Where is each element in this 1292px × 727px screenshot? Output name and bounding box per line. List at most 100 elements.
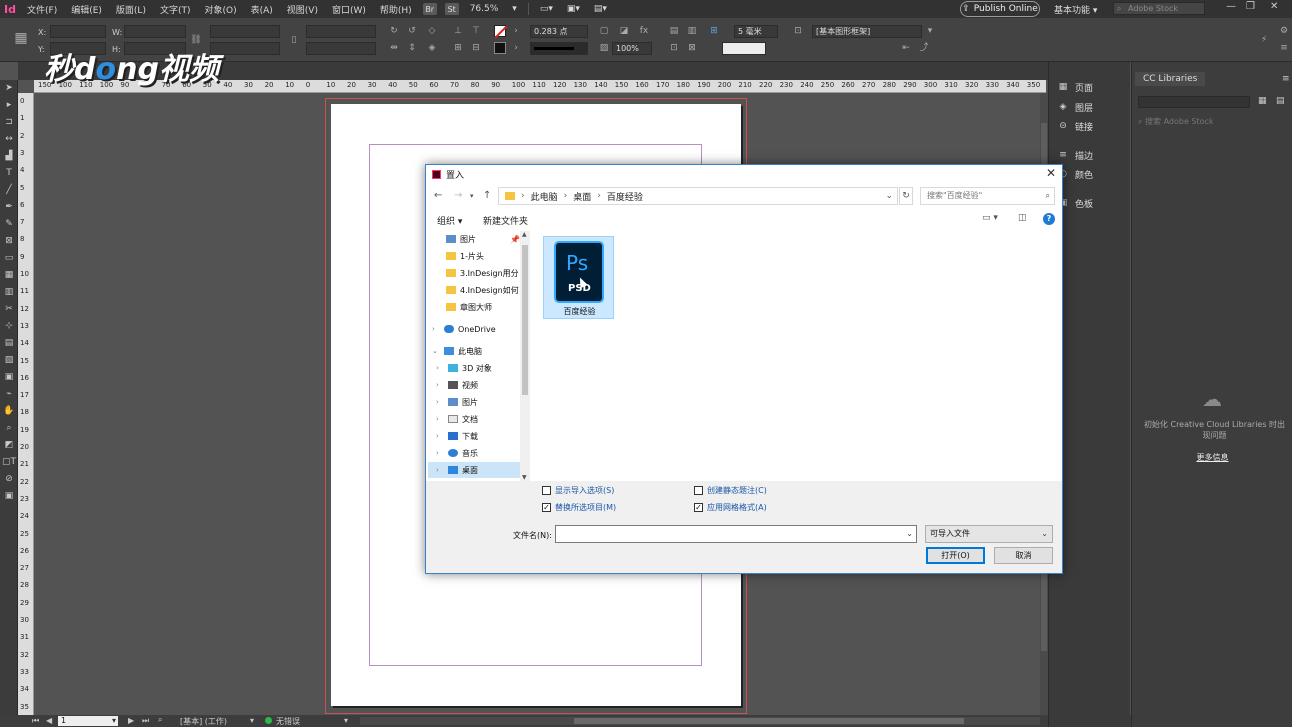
bridge-button[interactable]: Br (422, 3, 437, 15)
menu-table[interactable]: 表(A) (244, 3, 280, 16)
new-folder-button[interactable]: 新建文件夹 (483, 214, 528, 227)
grid-view-icon[interactable]: ▦ (1258, 96, 1267, 106)
help-icon[interactable]: ? (1043, 213, 1055, 225)
close-icon[interactable]: ✕ (1270, 1, 1278, 12)
tree-item-folder[interactable]: 4.InDesign如何 (446, 282, 520, 298)
tree-item-documents[interactable]: › 文档 (436, 411, 520, 427)
show-import-options-checkbox[interactable]: 显示导入选项(S) (542, 485, 614, 496)
panel-pages[interactable]: ▦ 页面 (1057, 79, 1093, 95)
horizontal-scrollbar[interactable] (360, 717, 1040, 725)
tree-item-this-pc[interactable]: ⌄ 此电脑 (432, 343, 520, 359)
scroll-down-icon[interactable]: ▼ (522, 474, 527, 481)
corner-size-field[interactable]: 5 毫米 (734, 25, 778, 38)
profile-dropdown-icon[interactable]: ▾ (250, 716, 254, 725)
organize-button[interactable]: 组织 ▾ (437, 214, 462, 227)
filename-input[interactable]: ⌄ (555, 525, 917, 543)
preview-pane-icon[interactable]: ◫ (1018, 213, 1027, 223)
grid-tool-icon[interactable]: ▥ (0, 284, 18, 301)
table-tool-icon[interactable]: ▦ (0, 267, 18, 284)
back-arrow-icon[interactable]: ← (434, 190, 442, 201)
workspace-switcher[interactable]: 基本功能 ▾ (1054, 3, 1097, 16)
zoom-level[interactable]: 76.5% (463, 4, 506, 14)
menu-object[interactable]: 对象(O) (198, 3, 244, 16)
panel-links[interactable]: ⊝ 链接 (1057, 118, 1093, 134)
scissors-tool-icon[interactable]: ✂ (0, 301, 18, 318)
arrange-docs-icon[interactable]: ▤▾ (587, 4, 614, 14)
first-page-icon[interactable]: ⏮ (32, 716, 39, 726)
pencil-tool-icon[interactable]: ✎ (0, 216, 18, 233)
chevron-right-icon[interactable]: › (436, 398, 444, 406)
link-icon[interactable]: ⤴ (918, 42, 930, 54)
direct-selection-tool-icon[interactable]: ▸ (0, 97, 18, 114)
panel-stroke[interactable]: ≡ 描边 (1057, 147, 1093, 163)
panel-menu-icon[interactable]: ≡ (1278, 42, 1290, 54)
menu-type[interactable]: 文字(T) (153, 3, 198, 16)
w-field[interactable] (124, 25, 186, 38)
restore-icon[interactable]: ❐ (1246, 1, 1255, 12)
distribute-icon[interactable]: ⊞ (452, 42, 464, 54)
stock-search-input[interactable]: ⌕ Adobe Stock (1113, 2, 1205, 15)
checkbox-box[interactable] (542, 486, 551, 495)
preflight-profile[interactable]: [基本] (工作) (180, 716, 227, 727)
open-button[interactable]: 打开(O) (926, 547, 985, 564)
free-transform-tool-icon[interactable]: ⊹ (0, 318, 18, 335)
menu-view[interactable]: 视图(V) (280, 3, 325, 16)
constrain-scale-icon[interactable]: ▯ (288, 34, 300, 46)
stock-button[interactable]: St (444, 3, 459, 15)
pen-tool-icon[interactable]: ✒ (0, 199, 18, 216)
gradient-feather-tool-icon[interactable]: ▧ (0, 352, 18, 369)
next-object-icon[interactable]: ⊤ (470, 25, 482, 37)
fit-frame-icon[interactable]: ⊡ (668, 42, 680, 54)
tree-item-music[interactable]: › 音乐 (436, 445, 520, 461)
eyedropper-tool-icon[interactable]: ⌁ (0, 386, 18, 403)
cancel-button[interactable]: 取消 (994, 547, 1053, 564)
library-select[interactable] (1138, 96, 1250, 108)
chevron-right-icon[interactable]: › (436, 415, 444, 423)
shear-field[interactable] (306, 42, 376, 55)
stroke-dropdown-icon[interactable]: › (510, 42, 522, 54)
address-dropdown-icon[interactable]: ⌄ (885, 191, 893, 201)
more-info-link[interactable]: 更多信息 (1132, 452, 1292, 463)
reference-point-icon[interactable]: ▦ (12, 31, 30, 50)
corner-shape-field[interactable] (722, 42, 766, 55)
text-wrap-icon[interactable]: ▢ (598, 25, 610, 37)
text-wrap-bbox-icon[interactable]: ▥ (686, 25, 698, 37)
line-tool-icon[interactable]: ╱ (0, 182, 18, 199)
tree-item-folder[interactable]: 3.InDesign用分 (446, 265, 520, 281)
stroke-black-swatch[interactable] (494, 42, 506, 54)
chevron-right-icon[interactable]: › (432, 325, 440, 333)
file-type-select[interactable]: 可导入文件 ⌄ (925, 525, 1053, 543)
up-arrow-icon[interactable]: ↑ (483, 190, 491, 201)
tree-scrollbar[interactable]: ▲ ▼ (520, 231, 530, 481)
x-field[interactable] (50, 25, 106, 38)
prev-page-icon[interactable]: ◀ (46, 716, 52, 725)
rotation-field[interactable] (306, 25, 376, 38)
publish-online-button[interactable]: ⇪ Publish Online (960, 1, 1040, 17)
stroke-type-field[interactable] (530, 42, 588, 55)
tree-item-downloads[interactable]: › 下载 (436, 428, 520, 444)
screen-mode-icon[interactable]: ▭▾ (533, 4, 560, 14)
recent-dropdown-icon[interactable]: ▾ (470, 192, 474, 200)
forward-arrow-icon[interactable]: → (454, 190, 462, 201)
zoom-tool-icon[interactable]: ⌕ (0, 420, 18, 437)
menu-edit[interactable]: 编辑(E) (64, 3, 109, 16)
chevron-right-icon[interactable]: › (436, 466, 444, 474)
breadcrumb-this-pc[interactable]: 此电脑 (531, 190, 558, 203)
tree-item-pictures[interactable]: › 图片 (436, 394, 520, 410)
stroke-weight-field[interactable]: 0.283 点 (530, 25, 588, 38)
page-dropdown-icon[interactable]: ▾ (112, 716, 116, 725)
select-container-icon[interactable]: ◇ (426, 25, 438, 37)
shadow-icon[interactable]: ◪ (618, 25, 630, 37)
selection-tool-icon[interactable]: ➤ (0, 80, 18, 97)
fill-dropdown-icon[interactable]: › (510, 25, 522, 37)
menu-window[interactable]: 窗口(W) (325, 3, 373, 16)
prev-object-icon[interactable]: ⊥ (452, 25, 464, 37)
type-tool-icon[interactable]: T (0, 165, 18, 182)
create-static-caption-checkbox[interactable]: 创建静态题注(C) (694, 485, 767, 496)
chevron-down-icon[interactable]: ⌄ (906, 529, 913, 538)
note-tool-icon[interactable]: ▣ (0, 369, 18, 386)
fill-stroke-swatch-icon[interactable]: ◩ (0, 437, 18, 454)
folder-search-input[interactable]: 搜索"百度经验" ⌕ (920, 187, 1055, 205)
next-page-icon[interactable]: ▶ (128, 716, 134, 725)
tree-item-folder[interactable]: 1-片头 (446, 248, 520, 264)
